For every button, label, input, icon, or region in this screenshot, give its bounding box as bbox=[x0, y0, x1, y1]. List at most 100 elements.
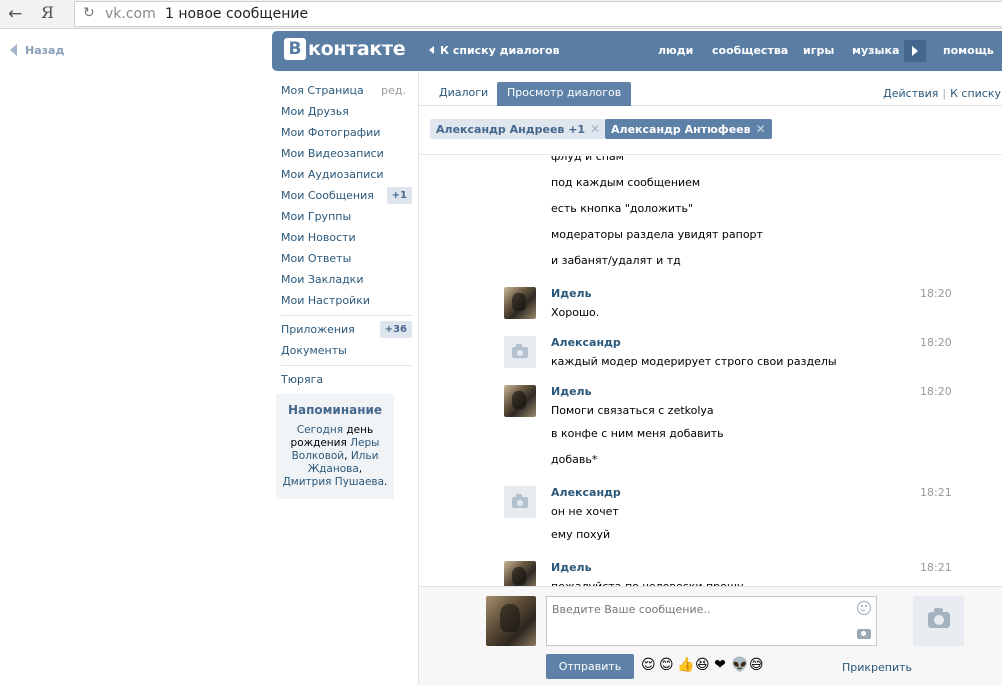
nav-games[interactable]: игры bbox=[803, 44, 834, 57]
smile-icon[interactable] bbox=[857, 601, 871, 615]
reminder-end: . bbox=[384, 476, 388, 488]
menu-divider bbox=[281, 315, 412, 316]
dialog-content: Диалоги Просмотр диалогов Действия | К спи… bbox=[418, 72, 1002, 685]
message-row: Идель 18:20 Помоги связаться с zetkolya bbox=[419, 383, 1002, 425]
emoji-bar: 😌😊👍😆❤👽😅 bbox=[641, 657, 767, 677]
menu-label: Моя Страница bbox=[281, 84, 364, 97]
participant-chip[interactable]: Александр Андреев +1 ✕ bbox=[430, 119, 607, 139]
message-author[interactable]: Идель bbox=[551, 287, 592, 300]
camera-icon bbox=[512, 494, 528, 508]
reminder-person-link[interactable]: Дмитрия Пушаева bbox=[283, 476, 384, 488]
message-text: есть кнопка "доложить" bbox=[551, 202, 694, 215]
emoji-sweat-smile-icon[interactable]: 😅 bbox=[749, 657, 767, 673]
attach-link[interactable]: Прикрепить bbox=[842, 661, 912, 674]
menu-my-videos[interactable]: Мои Видеозаписи bbox=[276, 143, 412, 164]
yandex-logo[interactable]: Я bbox=[41, 3, 54, 22]
message-input[interactable] bbox=[547, 597, 847, 621]
nav-communities[interactable]: сообщества bbox=[712, 44, 788, 57]
camera-icon[interactable] bbox=[857, 629, 871, 639]
reminder-body: Сегодня день рождения Леры Волковой, Иль… bbox=[282, 424, 388, 489]
back-link[interactable]: Назад bbox=[10, 44, 64, 57]
message-history[interactable]: флуд и спам под каждым сообщением есть кно… bbox=[419, 156, 1002, 586]
message-time: 18:20 bbox=[920, 287, 952, 300]
address-title: 1 новое сообщение bbox=[165, 6, 309, 22]
nav-help[interactable]: помощь bbox=[943, 44, 994, 57]
tab-view-dialogs[interactable]: Просмотр диалогов bbox=[497, 82, 632, 106]
back-arrow-icon bbox=[10, 44, 17, 56]
menu-documents[interactable]: Документы bbox=[276, 340, 412, 361]
menu-my-friends[interactable]: Мои Друзья bbox=[276, 101, 412, 122]
reminder-today-link[interactable]: Сегодня bbox=[297, 424, 343, 436]
menu-my-settings[interactable]: Мои Настройки bbox=[276, 290, 412, 311]
camera-icon bbox=[512, 344, 528, 358]
reminder-separator: , bbox=[358, 463, 363, 475]
message-author[interactable]: Александр bbox=[551, 486, 621, 499]
message-row: Идель18:21пожалуйста по человески прошу bbox=[419, 559, 1002, 586]
no-photo-avatar[interactable] bbox=[504, 486, 536, 518]
message-text: в конфе с ним меня добавить bbox=[551, 427, 724, 440]
tab-dialogs[interactable]: Диалоги bbox=[429, 82, 498, 106]
to-list-link[interactable]: К списку bbox=[950, 87, 1001, 100]
back-label: Назад bbox=[25, 44, 65, 57]
message-text: и забанят/удалят и тд bbox=[551, 254, 681, 267]
emoji-heart-icon[interactable]: ❤ bbox=[713, 657, 731, 673]
message-text: под каждым сообщением bbox=[551, 176, 701, 189]
message-time: 18:21 bbox=[920, 561, 952, 574]
menu-my-news[interactable]: Мои Новости bbox=[276, 227, 412, 248]
message-row: Александр 18:20 каждый модер модерирует ст… bbox=[419, 334, 1002, 376]
message-row: флуд и спам bbox=[419, 156, 1002, 167]
reminder-box: Напоминание Сегодня день рождения Леры В… bbox=[276, 394, 394, 499]
close-icon[interactable]: ✕ bbox=[756, 119, 766, 139]
vk-logo-letter: В bbox=[284, 38, 306, 60]
message-author[interactable]: Идель bbox=[551, 561, 592, 574]
menu-my-audio[interactable]: Мои Аудиозаписи bbox=[276, 164, 412, 185]
menu-my-page[interactable]: Моя Страница ред. bbox=[276, 80, 412, 101]
menu-my-answers[interactable]: Мои Ответы bbox=[276, 248, 412, 269]
browser-back-icon[interactable]: ← bbox=[8, 4, 22, 24]
messages-count-badge: +1 bbox=[386, 187, 412, 204]
menu-edit-link[interactable]: ред. bbox=[381, 83, 406, 98]
attach-photo-button[interactable] bbox=[913, 596, 964, 646]
emoji-smile-icon[interactable]: 😊 bbox=[659, 657, 677, 673]
user-avatar[interactable] bbox=[504, 287, 536, 319]
user-avatar[interactable] bbox=[504, 385, 536, 417]
menu-my-messages[interactable]: Мои Сообщения +1 bbox=[276, 185, 412, 206]
menu-extra-app[interactable]: Тюряга bbox=[276, 369, 412, 390]
no-photo-avatar[interactable] bbox=[504, 336, 536, 368]
message-row: Идель 18:20 Хорошо. bbox=[419, 285, 1002, 327]
chevron-left-icon bbox=[429, 46, 434, 54]
message-row: модераторы раздела увидят рапорт bbox=[419, 225, 1002, 245]
address-bar[interactable]: ↻ vk.com 1 новое сообщение bbox=[74, 1, 1002, 27]
menu-my-photos[interactable]: Мои Фотографии bbox=[276, 122, 412, 143]
message-author[interactable]: Александр bbox=[551, 336, 621, 349]
back-to-dialogs-link[interactable]: К списку диалогов bbox=[429, 44, 560, 57]
nav-more-arrow-icon[interactable] bbox=[904, 40, 926, 62]
user-avatar[interactable] bbox=[504, 561, 536, 586]
actions-link[interactable]: Действия bbox=[883, 87, 938, 100]
reload-icon[interactable]: ↻ bbox=[83, 5, 95, 21]
emoji-laughing-icon[interactable]: 😆 bbox=[695, 657, 713, 673]
message-text: модераторы раздела увидят рапорт bbox=[551, 228, 763, 241]
emoji-thumbs-up-icon[interactable]: 👍 bbox=[677, 657, 695, 673]
participant-chip-active[interactable]: Александр Антюфеев ✕ bbox=[605, 119, 772, 139]
message-row: Александр 18:21 он не хочет bbox=[419, 484, 1002, 526]
back-to-dialogs-label: К списку диалогов bbox=[440, 44, 560, 57]
message-row: в конфе с ним меня добавить bbox=[419, 424, 1002, 444]
message-row: добавь* bbox=[419, 450, 1002, 470]
message-time: 18:21 bbox=[920, 486, 952, 499]
my-avatar[interactable] bbox=[486, 596, 536, 646]
message-author[interactable]: Идель bbox=[551, 385, 592, 398]
vk-logo[interactable]: Вконтакте bbox=[284, 38, 406, 60]
vk-header: Вконтакте К списку диалогов люди сообщес… bbox=[272, 31, 1002, 71]
menu-apps[interactable]: Приложения +36 bbox=[276, 319, 412, 340]
close-icon[interactable]: ✕ bbox=[590, 119, 600, 139]
message-text: каждый модер модерирует строго свои разд… bbox=[551, 355, 837, 368]
emoji-alien-icon[interactable]: 👽 bbox=[731, 657, 749, 673]
menu-my-groups[interactable]: Мои Группы bbox=[276, 206, 412, 227]
nav-music[interactable]: музыка bbox=[852, 44, 899, 57]
send-button[interactable]: Отправить bbox=[546, 654, 634, 679]
nav-people[interactable]: люди bbox=[658, 44, 693, 57]
menu-my-bookmarks[interactable]: Мои Закладки bbox=[276, 269, 412, 290]
message-text: Хорошо. bbox=[551, 306, 600, 319]
emoji-relieved-icon[interactable]: 😌 bbox=[641, 657, 659, 673]
